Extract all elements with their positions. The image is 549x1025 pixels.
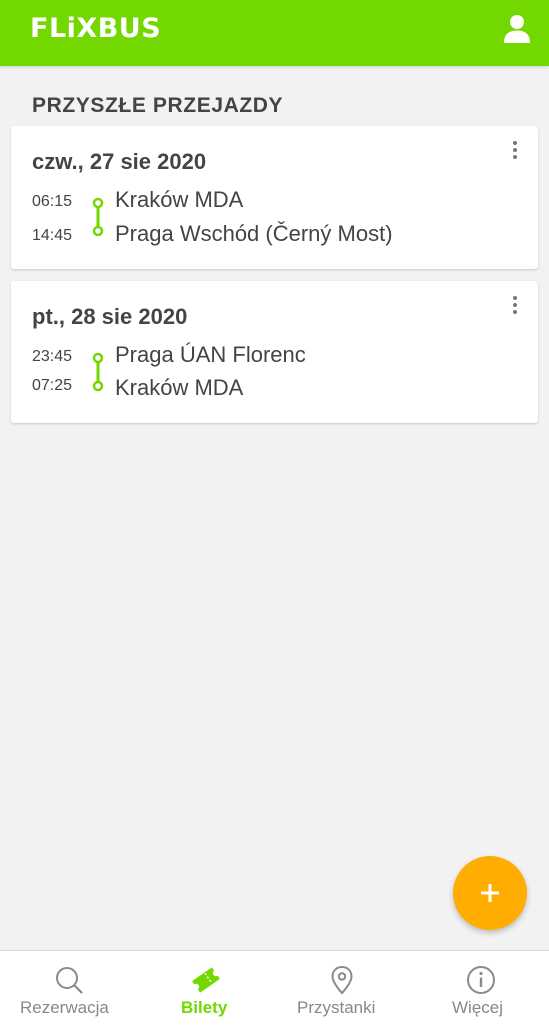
nav-label: Bilety (181, 998, 228, 1017)
nav-item-bilety[interactable]: Bilety (137, 951, 274, 1025)
nav-item-przystanki[interactable]: Przystanki (274, 951, 411, 1025)
plus-icon (481, 884, 499, 902)
more-vert-icon[interactable] (507, 140, 523, 160)
arrival-station: Praga Wschód (Černý Most) (115, 221, 393, 246)
search-icon (56, 967, 83, 994)
route-line-icon (92, 197, 104, 237)
trip-card[interactable]: pt., 28 sie 2020 23:45 Praga ÚAN Florenc… (11, 281, 538, 423)
nav-label: Rezerwacja (20, 998, 109, 1017)
nav-item-wiecej[interactable]: Więcej (411, 951, 549, 1025)
trip-date: pt., 28 sie 2020 (32, 304, 188, 329)
ticket-icon (192, 967, 220, 993)
departure-station: Praga ÚAN Florenc (115, 342, 306, 367)
app-bar: FLiXBUS (0, 0, 549, 66)
departure-time: 06:15 (32, 193, 73, 210)
location-pin-icon (331, 965, 353, 995)
add-booking-button[interactable] (453, 856, 527, 930)
arrival-time: 07:25 (32, 377, 73, 394)
nav-item-rezerwacja[interactable]: Rezerwacja (0, 951, 137, 1025)
info-icon (467, 966, 495, 994)
nav-label: Więcej (452, 998, 504, 1017)
trip-date: czw., 27 sie 2020 (32, 149, 207, 174)
departure-time: 23:45 (32, 348, 73, 365)
nav-label: Przystanki (297, 998, 376, 1017)
section-title: PRZYSZŁE PRZEJAZDY (32, 94, 284, 117)
bottom-navigation: Rezerwacja Bilety Przystanki Więcej (0, 950, 549, 1025)
route-line-icon (92, 352, 104, 392)
arrival-station: Kraków MDA (115, 375, 244, 400)
arrival-time: 14:45 (32, 227, 73, 244)
user-icon[interactable] (503, 14, 531, 44)
more-vert-icon[interactable] (507, 295, 523, 315)
trip-card[interactable]: czw., 27 sie 2020 06:15 Kraków MDA 14:45… (11, 126, 538, 269)
flixbus-logo: FLiXBUS (30, 13, 162, 44)
departure-station: Kraków MDA (115, 187, 244, 212)
